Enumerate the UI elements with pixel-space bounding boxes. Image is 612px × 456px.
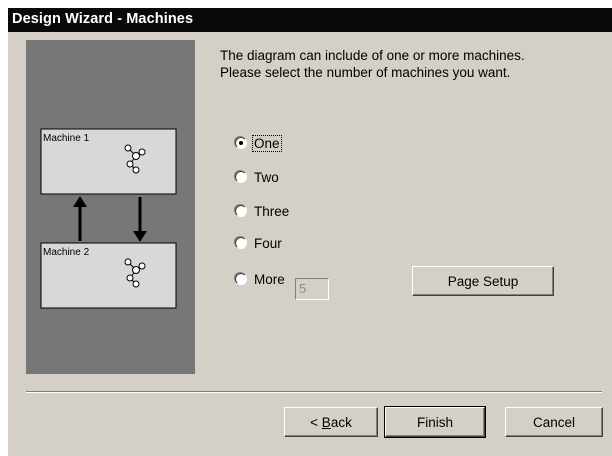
intro-text: The diagram can include of one or more m… <box>220 47 600 81</box>
machines-preview-panel: Machine 1 Machine 2 <box>26 40 195 374</box>
finish-label: Finish <box>416 414 453 430</box>
separator <box>26 391 602 393</box>
arrow-up-icon <box>73 196 87 241</box>
radio-four-label[interactable]: Four <box>253 236 283 251</box>
radio-more-label[interactable]: More <box>253 272 286 287</box>
machine-1-label: Machine 1 <box>43 133 90 144</box>
page-setup-label: Page Setup <box>447 273 519 289</box>
more-count-input[interactable]: 5 <box>295 278 329 300</box>
machines-diagram: Machine 1 Machine 2 <box>40 128 177 309</box>
design-wizard-window: Design Wizard - Machines Machine 1 Machi… <box>8 8 612 456</box>
radio-two[interactable]: Two <box>235 167 280 187</box>
radio-button[interactable] <box>235 205 247 217</box>
intro-line-1: The diagram can include of one or more m… <box>220 48 525 63</box>
machine-2-label: Machine 2 <box>43 247 90 258</box>
arrow-down-icon <box>133 197 147 242</box>
radio-three[interactable]: Three <box>235 201 290 221</box>
radio-button-checked[interactable] <box>235 137 247 149</box>
radio-button[interactable] <box>235 273 247 285</box>
cancel-label: Cancel <box>532 414 576 430</box>
page-setup-button[interactable]: Page Setup <box>412 266 554 296</box>
radio-two-label[interactable]: Two <box>253 170 280 185</box>
radio-one[interactable]: One <box>235 133 282 153</box>
radio-four[interactable]: Four <box>235 233 283 253</box>
back-label: < Back <box>310 414 352 430</box>
cancel-button[interactable]: Cancel <box>505 407 603 437</box>
radio-button[interactable] <box>235 171 247 183</box>
intro-line-2: Please select the number of machines you… <box>220 65 511 80</box>
radio-button[interactable] <box>235 237 247 249</box>
radio-three-label[interactable]: Three <box>253 204 290 219</box>
back-button[interactable]: < Back <box>284 407 378 437</box>
radio-more[interactable]: More <box>235 269 286 289</box>
finish-button[interactable]: Finish <box>384 406 486 438</box>
radio-one-label[interactable]: One <box>252 134 282 152</box>
window-title: Design Wizard - Machines <box>12 11 194 27</box>
title-bar: Design Wizard - Machines <box>8 8 612 32</box>
